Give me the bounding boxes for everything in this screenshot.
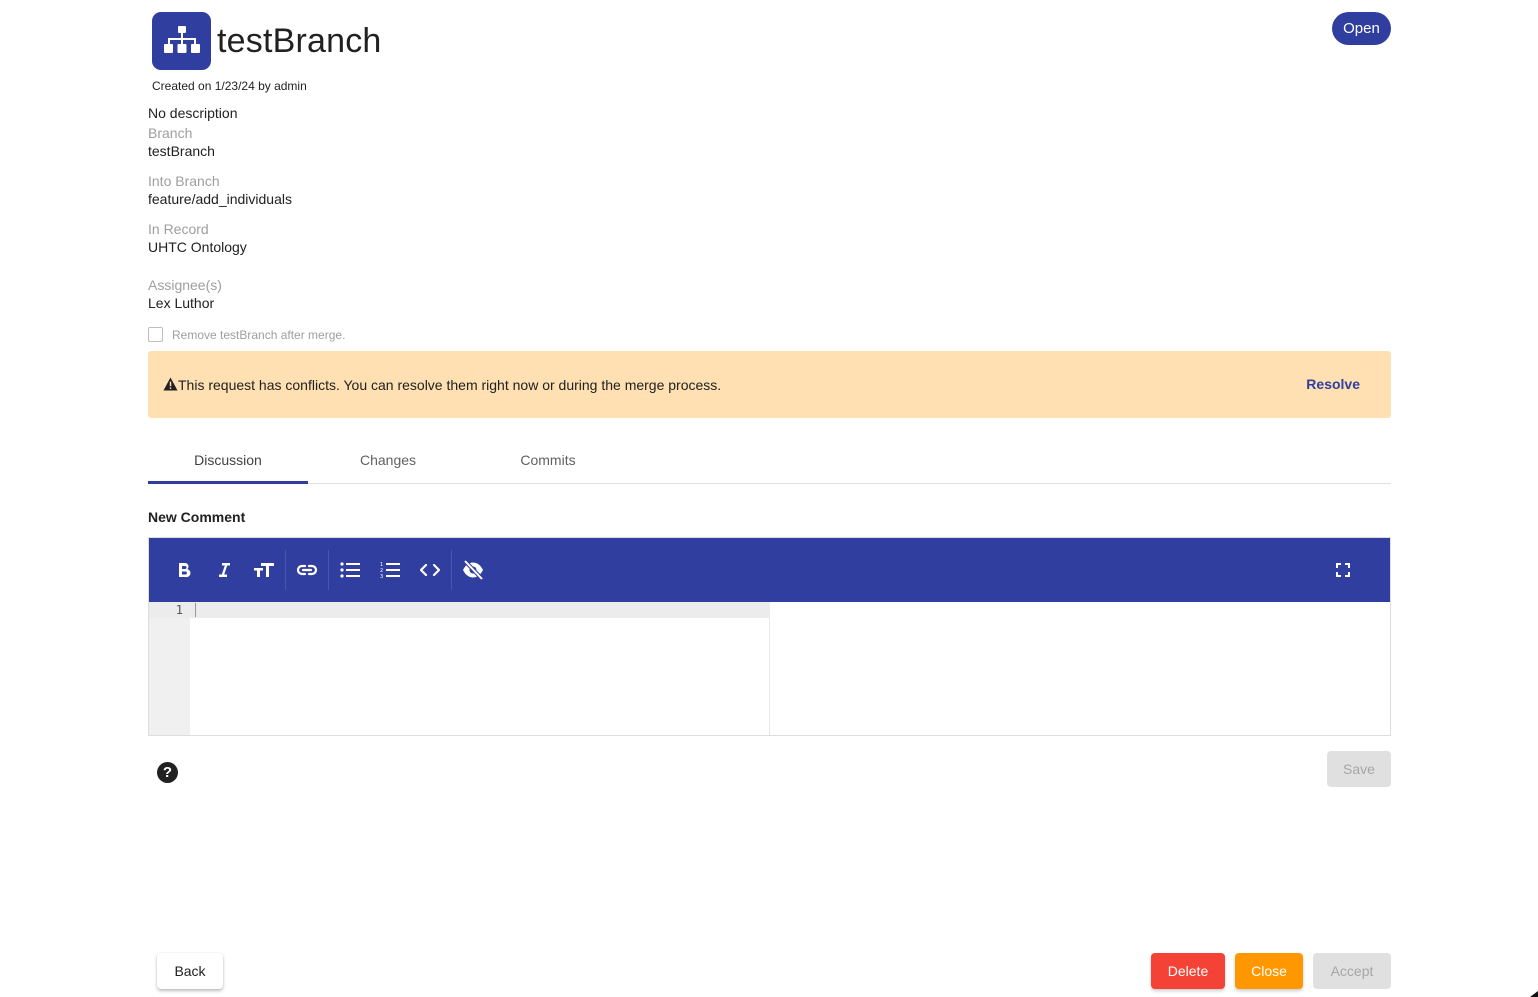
alert-message: This request has conflicts. You can reso…	[163, 377, 721, 393]
field-label: Branch	[148, 125, 193, 141]
field-in-record: In Record UHTC Ontology	[148, 220, 548, 256]
delete-button[interactable]: Delete	[1151, 953, 1225, 989]
bulleted-list-icon	[340, 562, 360, 578]
resolve-button[interactable]: Resolve	[1306, 376, 1360, 392]
help-icon[interactable]: ?	[157, 762, 178, 783]
merge-request-info: No description Branch testBranch Into Br…	[148, 104, 548, 324]
close-button[interactable]: Close	[1235, 953, 1303, 989]
tab-bar: Discussion Changes Commits	[148, 436, 1391, 484]
svg-text:3: 3	[380, 574, 383, 579]
new-comment-heading: New Comment	[148, 509, 246, 525]
field-value: Lex Luthor	[148, 295, 215, 311]
link-icon	[296, 564, 318, 576]
remove-branch-option: Remove testBranch after merge.	[148, 327, 345, 342]
heading-button[interactable]	[249, 555, 279, 585]
toggle-preview-button[interactable]	[458, 555, 488, 585]
status-badge: Open	[1332, 12, 1391, 45]
field-assignees: Assignee(s) Lex Luthor	[148, 276, 548, 312]
field-label: In Record	[148, 221, 209, 237]
toolbar-divider	[451, 550, 452, 590]
link-button[interactable]	[292, 555, 322, 585]
accept-button[interactable]: Accept	[1313, 953, 1391, 989]
field-into-branch: Into Branch feature/add_individuals	[148, 172, 548, 208]
tab-changes[interactable]: Changes	[308, 436, 468, 483]
comment-input[interactable]: 1	[149, 602, 770, 735]
code-button[interactable]	[415, 555, 445, 585]
editor-toolbar: 123	[149, 538, 1390, 602]
tab-discussion[interactable]: Discussion	[148, 436, 308, 484]
italic-icon	[219, 563, 230, 577]
remove-branch-checkbox[interactable]	[148, 327, 163, 342]
field-value: feature/add_individuals	[148, 191, 292, 207]
field-value: UHTC Ontology	[148, 239, 247, 255]
toolbar-divider	[285, 550, 286, 590]
fullscreen-button[interactable]	[1328, 555, 1358, 585]
description: No description	[148, 105, 238, 121]
bold-icon	[179, 563, 191, 578]
fullscreen-icon	[1336, 563, 1350, 577]
warning-icon	[163, 376, 178, 391]
field-label: Into Branch	[148, 173, 220, 189]
conflict-alert: This request has conflicts. You can reso…	[148, 351, 1391, 418]
window-corner-mark	[1530, 991, 1538, 997]
comment-preview	[770, 602, 1390, 735]
page-title: testBranch	[217, 21, 382, 60]
created-info: Created on 1/23/24 by admin	[152, 79, 307, 93]
heading-icon	[254, 563, 274, 577]
line-number: 1	[175, 603, 183, 617]
bold-button[interactable]	[169, 555, 199, 585]
bulleted-list-button[interactable]	[335, 555, 365, 585]
record-header: testBranch	[152, 12, 382, 70]
active-line-highlight	[149, 602, 770, 618]
code-icon	[420, 564, 440, 576]
back-button[interactable]: Back	[157, 953, 223, 989]
numbered-list-button[interactable]: 123	[375, 555, 405, 585]
markdown-editor: 123 1	[148, 537, 1391, 736]
merge-request-logo	[152, 12, 211, 70]
toggle-preview-icon	[463, 560, 484, 580]
field-value: testBranch	[148, 143, 215, 159]
numbered-list-icon: 123	[380, 562, 400, 579]
editor-body: 1	[149, 602, 1390, 735]
sitemap-icon	[163, 26, 200, 53]
field-label: Assignee(s)	[148, 277, 222, 293]
italic-button[interactable]	[209, 555, 239, 585]
text-cursor	[195, 603, 196, 617]
save-button[interactable]: Save	[1327, 751, 1391, 787]
alert-text: This request has conflicts. You can reso…	[178, 376, 722, 393]
line-gutter	[149, 602, 190, 735]
tab-commits[interactable]: Commits	[468, 436, 628, 483]
toolbar-divider	[328, 550, 329, 590]
remove-branch-label: Remove testBranch after merge.	[172, 327, 346, 342]
field-branch: Branch testBranch	[148, 124, 548, 160]
